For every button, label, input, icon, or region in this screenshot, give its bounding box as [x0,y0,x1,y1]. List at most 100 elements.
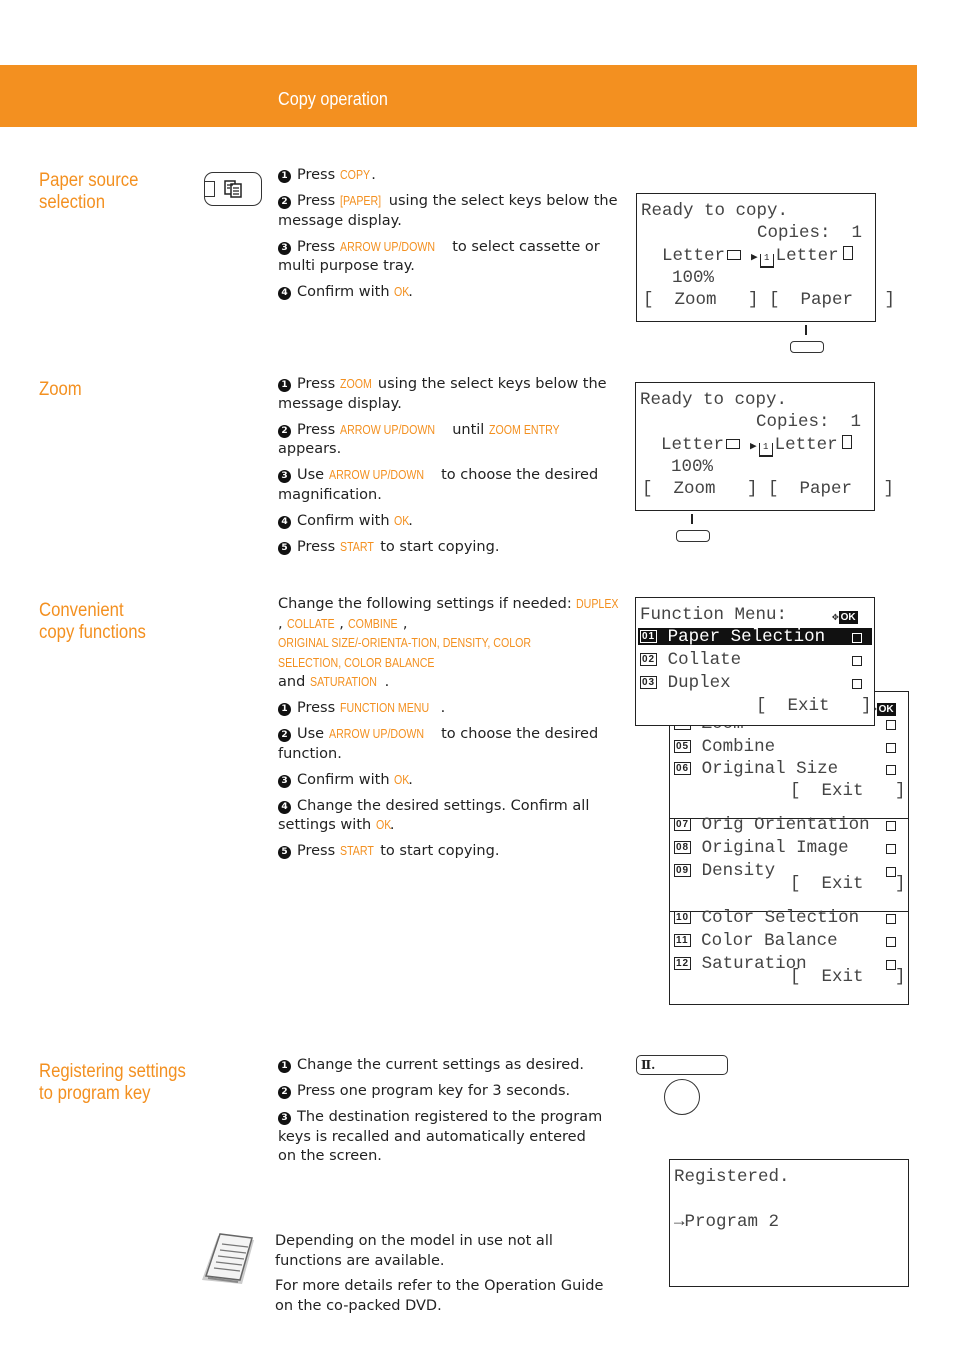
key-name: ORIGINAL SIZE/-ORIENTA-TION, DENSITY, CO… [278,636,532,670]
item-number: 05 [674,740,692,753]
menu-item[interactable]: 08 Original Image [674,838,849,858]
note-text: Depending on the model in use not all fu… [275,1232,605,1322]
menu-item[interactable]: 12 Saturation [674,954,807,974]
item-number: 06 [674,762,692,775]
landscape-page-icon [727,250,742,260]
menu-item[interactable]: 06 Original Size [674,759,838,779]
landscape-page-icon [726,439,741,449]
key-name: [PAPER] [339,194,381,208]
step-item: 1 Change the current settings as desired. [278,1056,608,1076]
step-item: 5 Press START to start copying. [278,538,623,558]
tray-1-icon: 1 [759,254,774,268]
exit-softkey[interactable]: [ Exit ] [756,696,872,716]
title-line: Registering settings [39,1061,186,1082]
item-number: 10 [674,911,692,924]
step-item: 2 Press ARROW UP/DOWN until ZOOM ENTRY ap… [278,421,623,460]
menu-item[interactable]: 07 Orig Orientation [674,815,870,835]
step-item: 4 Confirm with OK. [278,283,623,303]
step-number-icon: 3 [278,774,291,788]
item-label: Original Size [701,759,839,779]
softkey-left-button[interactable] [676,530,710,542]
exit-softkey[interactable]: [ Exit ] [790,874,906,894]
softkey-right-button[interactable] [790,341,824,353]
step-number-icon: 2 [278,196,291,209]
step-text: , [278,615,288,632]
note-paragraph: For more details refer to the Operation … [275,1278,604,1314]
lcd-line: Ready to copy. [641,201,789,221]
menu-item[interactable]: 01 Paper Selection [640,627,825,647]
menu-title: Function Menu: [640,605,788,625]
checkbox-icon [886,914,896,924]
step-item: 2 Press [PAPER] using the select keys bel… [278,192,623,231]
program-key-button[interactable]: Ⅱ. [636,1055,728,1075]
menu-item[interactable]: 05 Combine [674,737,775,757]
menu-item[interactable]: 10 Color Selection [674,908,859,928]
step-number-icon: 2 [278,424,291,438]
step-text: Change the current settings as desired. [297,1057,585,1073]
title-line: to program key [39,1083,151,1104]
item-number: 07 [674,818,692,831]
title-line: Zoom [39,379,82,400]
key-name: ARROW UP/DOWN [339,422,435,437]
note-paragraph: Depending on the model in use not all fu… [275,1233,553,1269]
menu-item[interactable]: 09 Density [674,861,775,881]
portrait-page-icon [842,246,853,260]
menu-item[interactable]: 03 Duplex [640,673,731,693]
lcd-ready-paper: Ready to copy. Copies: 1 Letter ▶ 1 Letter … [636,193,895,322]
ok-icon: OK [876,703,896,716]
program-key-circle[interactable] [664,1079,700,1115]
item-label: Combine [701,737,776,757]
ok-icon: OK [838,611,858,624]
dest-size: Letter [775,246,839,266]
step-item: 1 Press COPY. [278,166,623,186]
step-text: to start copying. [375,843,500,859]
step-item: 5 Press START to start copying. [278,842,623,862]
step-text: Press [297,538,340,555]
item-number: 11 [674,934,691,947]
step-number-icon: 3 [278,241,291,255]
key-name: START [339,844,374,858]
key-name: OK [394,513,410,528]
key-name: ARROW UP/DOWN [328,468,424,482]
item-label: Orig Orientation [701,815,870,835]
step-item: 2 Use ARROW UP/DOWN to choose the desired… [278,725,623,764]
exit-softkey[interactable]: [ Exit ] [790,781,906,801]
header-bar: Copy operation [0,65,917,127]
steps-zoom: 1 Press ZOOM using the select keys below … [278,375,623,564]
note-pad-icon [202,1233,254,1284]
title-line: Convenient [39,600,124,621]
step-number-icon: 2 [278,729,291,742]
tray-arrow-icon: ▶ [750,441,757,453]
step-number-icon: 1 [278,170,291,183]
exit-softkey[interactable]: [ Exit ] [790,967,906,987]
menu-item[interactable]: 02 Collate [640,650,741,670]
key-name: SATURATION [309,675,377,689]
step-number-icon: 3 [278,470,291,483]
step-item: 1 Press FUNCTION MENU. [278,699,623,719]
steps-paper-source: 1 Press COPY. 2 Press [PAPER] using the sel… [278,166,623,309]
checkbox-icon [886,937,896,947]
step-item: 3 Press ARROW UP/DOWN to select cassette … [278,238,623,277]
key-name: OK [375,818,392,832]
step-text: Confirm with [297,284,395,300]
step-item: 2 Press one program key for 3 seconds. [278,1082,608,1102]
menu-item[interactable]: 11 Color Balance [674,931,838,951]
dest-size: Letter [774,435,838,455]
step-text: and [278,674,310,690]
lcd-zoom-value: 100% [672,268,715,288]
key-name: START [339,539,374,554]
steps-convenient: Change the following settings if needed:… [278,595,623,868]
key-name: COPY [339,168,370,182]
item-label: Original Image [701,838,849,858]
lcd-original-size: Letter ▶ 1 Letter [661,435,852,457]
item-number: 12 [674,957,692,970]
step-text: appears. [278,441,342,457]
title-line: selection [39,192,105,213]
section-title-paper-source: Paper source selection [39,170,138,214]
page-title: Copy operation [278,89,388,109]
lcd-registered: Registered. →Program 2 [669,1159,909,1287]
step-text: Press [297,238,340,255]
lcd-copies: Copies: 1 [756,412,862,432]
step-text: Press [297,376,340,392]
item-label: Duplex [667,673,731,693]
